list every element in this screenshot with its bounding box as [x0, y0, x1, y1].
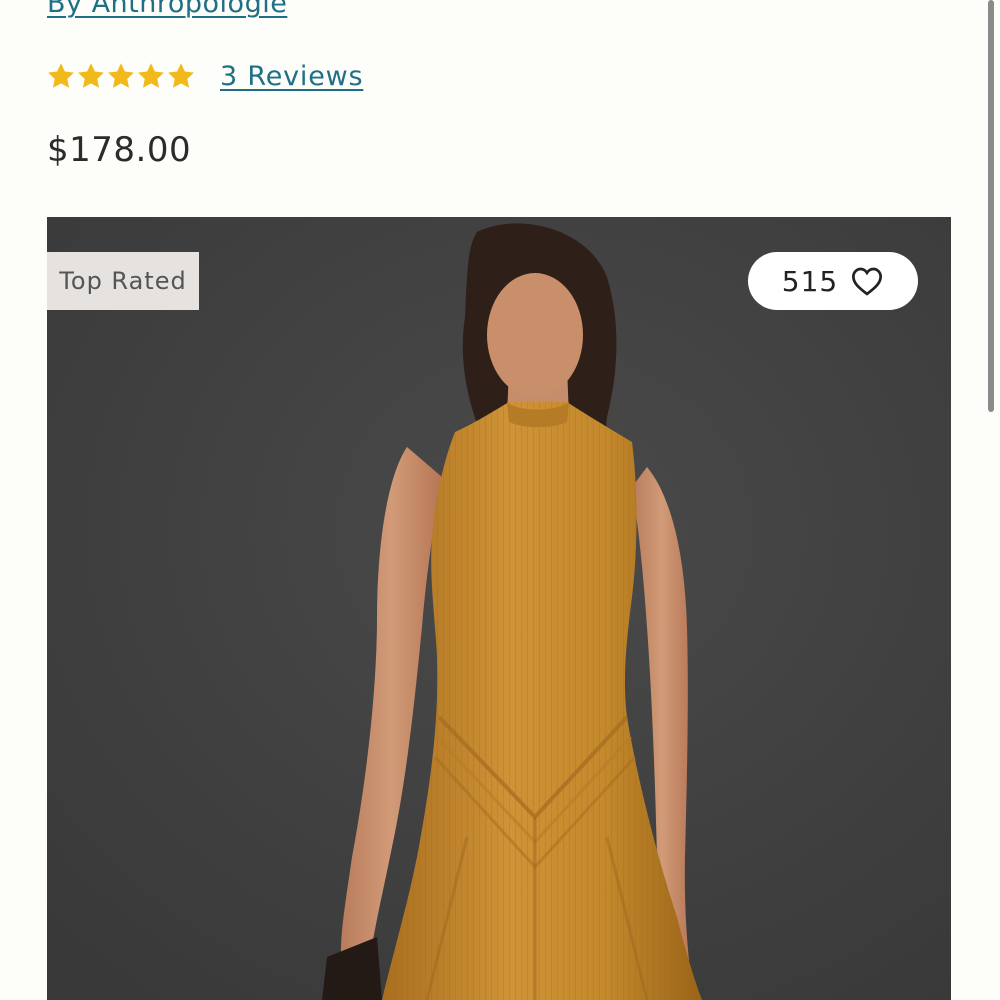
star-rating[interactable]: [46, 61, 196, 91]
top-rated-badge: Top Rated: [47, 252, 199, 310]
product-price: $178.00: [47, 130, 192, 170]
model-illustration: [47, 217, 951, 1000]
favorite-count: 515: [781, 264, 839, 298]
star-icon: [48, 63, 74, 88]
product-page: By Anthropologie 3 Reviews $178.00 Top R…: [0, 0, 1000, 1000]
product-image[interactable]: [47, 217, 951, 1000]
rating-row: 3 Reviews: [46, 58, 363, 94]
favorite-button[interactable]: 515: [748, 252, 918, 310]
scrollbar-thumb[interactable]: [988, 0, 994, 412]
star-icon: [108, 63, 134, 88]
star-icon: [168, 63, 194, 88]
brand-link[interactable]: By Anthropologie: [47, 0, 287, 19]
scrollbar[interactable]: [988, 0, 994, 1000]
reviews-link[interactable]: 3 Reviews: [220, 61, 363, 92]
star-icon: [78, 63, 104, 88]
heart-outline-icon: [852, 267, 883, 296]
star-icon: [138, 63, 164, 88]
